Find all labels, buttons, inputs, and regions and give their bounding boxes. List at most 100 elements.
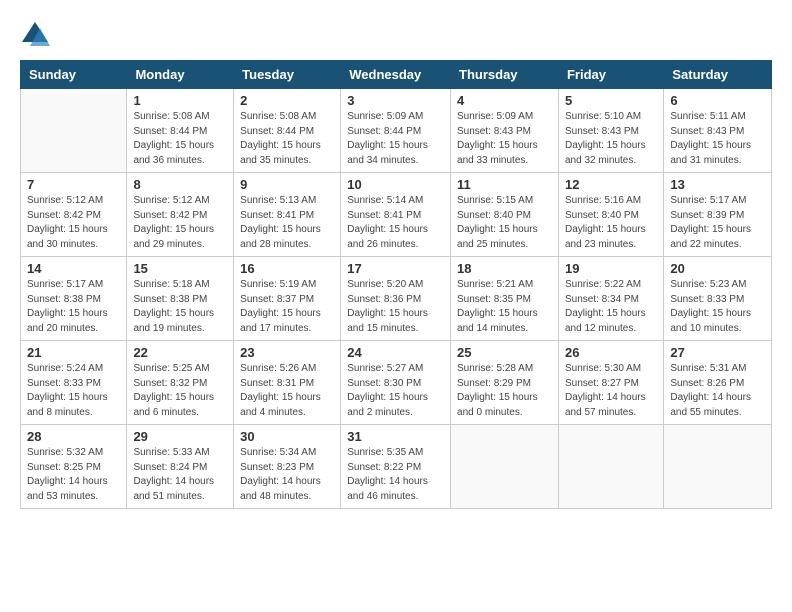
calendar-day-cell: 18 Sunrise: 5:21 AMSunset: 8:35 PMDayligh… [451, 257, 559, 341]
day-number: 16 [240, 261, 334, 276]
day-info: Sunrise: 5:12 AMSunset: 8:42 PMDaylight:… [27, 194, 120, 252]
day-number: 23 [240, 345, 334, 360]
day-info: Sunrise: 5:20 AMSunset: 8:36 PMDaylight:… [347, 278, 444, 336]
day-number: 27 [670, 345, 765, 360]
day-number: 8 [133, 177, 227, 192]
day-info: Sunrise: 5:35 AMSunset: 8:22 PMDaylight:… [347, 446, 444, 504]
day-info: Sunrise: 5:17 AMSunset: 8:38 PMDaylight:… [27, 278, 120, 336]
weekday-header: Saturday [664, 61, 772, 89]
day-number: 15 [133, 261, 227, 276]
day-number: 18 [457, 261, 552, 276]
weekday-header: Thursday [451, 61, 559, 89]
day-info: Sunrise: 5:11 AMSunset: 8:43 PMDaylight:… [670, 110, 765, 168]
day-info: Sunrise: 5:10 AMSunset: 8:43 PMDaylight:… [565, 110, 657, 168]
calendar-day-cell: 20 Sunrise: 5:23 AMSunset: 8:33 PMDayligh… [664, 257, 772, 341]
day-info: Sunrise: 5:09 AMSunset: 8:44 PMDaylight:… [347, 110, 444, 168]
calendar-day-cell: 29 Sunrise: 5:33 AMSunset: 8:24 PMDayligh… [127, 425, 234, 509]
calendar-week-row: 14 Sunrise: 5:17 AMSunset: 8:38 PMDayligh… [21, 257, 772, 341]
weekday-header: Monday [127, 61, 234, 89]
day-info: Sunrise: 5:22 AMSunset: 8:34 PMDaylight:… [565, 278, 657, 336]
day-info: Sunrise: 5:24 AMSunset: 8:33 PMDaylight:… [27, 362, 120, 420]
day-info: Sunrise: 5:08 AMSunset: 8:44 PMDaylight:… [240, 110, 334, 168]
calendar-week-row: 28 Sunrise: 5:32 AMSunset: 8:25 PMDayligh… [21, 425, 772, 509]
day-number: 20 [670, 261, 765, 276]
day-info: Sunrise: 5:15 AMSunset: 8:40 PMDaylight:… [457, 194, 552, 252]
day-number: 25 [457, 345, 552, 360]
day-number: 2 [240, 93, 334, 108]
calendar-day-cell: 11 Sunrise: 5:15 AMSunset: 8:40 PMDayligh… [451, 173, 559, 257]
weekday-header: Sunday [21, 61, 127, 89]
calendar-day-cell [664, 425, 772, 509]
day-number: 1 [133, 93, 227, 108]
calendar-day-cell: 6Sunrise: 5:11 AMSunset: 8:43 PMDaylight… [664, 89, 772, 173]
calendar-day-cell: 25 Sunrise: 5:28 AMSunset: 8:29 PMDayligh… [451, 341, 559, 425]
calendar-day-cell: 1Sunrise: 5:08 AMSunset: 8:44 PMDaylight… [127, 89, 234, 173]
calendar-day-cell: 24 Sunrise: 5:27 AMSunset: 8:30 PMDayligh… [341, 341, 451, 425]
day-info: Sunrise: 5:26 AMSunset: 8:31 PMDaylight:… [240, 362, 334, 420]
day-number: 10 [347, 177, 444, 192]
calendar-header-row: SundayMondayTuesdayWednesdayThursdayFrid… [21, 61, 772, 89]
day-number: 24 [347, 345, 444, 360]
calendar-week-row: 21Sunrise: 5:24 AMSunset: 8:33 PMDayligh… [21, 341, 772, 425]
calendar-day-cell: 21Sunrise: 5:24 AMSunset: 8:33 PMDayligh… [21, 341, 127, 425]
day-number: 29 [133, 429, 227, 444]
day-info: Sunrise: 5:28 AMSunset: 8:29 PMDaylight:… [457, 362, 552, 420]
day-number: 30 [240, 429, 334, 444]
day-number: 19 [565, 261, 657, 276]
day-number: 9 [240, 177, 334, 192]
calendar-day-cell: 26 Sunrise: 5:30 AMSunset: 8:27 PMDayligh… [558, 341, 663, 425]
calendar-table: SundayMondayTuesdayWednesdayThursdayFrid… [20, 60, 772, 509]
calendar-day-cell: 15 Sunrise: 5:18 AMSunset: 8:38 PMDayligh… [127, 257, 234, 341]
calendar-day-cell: 27 Sunrise: 5:31 AMSunset: 8:26 PMDayligh… [664, 341, 772, 425]
calendar-day-cell: 13 Sunrise: 5:17 AMSunset: 8:39 PMDayligh… [664, 173, 772, 257]
day-info: Sunrise: 5:30 AMSunset: 8:27 PMDaylight:… [565, 362, 657, 420]
day-info: Sunrise: 5:12 AMSunset: 8:42 PMDaylight:… [133, 194, 227, 252]
day-number: 11 [457, 177, 552, 192]
day-info: Sunrise: 5:18 AMSunset: 8:38 PMDaylight:… [133, 278, 227, 336]
day-info: Sunrise: 5:17 AMSunset: 8:39 PMDaylight:… [670, 194, 765, 252]
day-number: 7 [27, 177, 120, 192]
calendar-day-cell [558, 425, 663, 509]
day-number: 3 [347, 93, 444, 108]
calendar-day-cell: 16Sunrise: 5:19 AMSunset: 8:37 PMDayligh… [234, 257, 341, 341]
page-header [20, 20, 772, 50]
day-info: Sunrise: 5:27 AMSunset: 8:30 PMDaylight:… [347, 362, 444, 420]
calendar-day-cell: 28 Sunrise: 5:32 AMSunset: 8:25 PMDayligh… [21, 425, 127, 509]
calendar-day-cell: 12 Sunrise: 5:16 AMSunset: 8:40 PMDayligh… [558, 173, 663, 257]
day-number: 12 [565, 177, 657, 192]
logo [20, 20, 54, 50]
calendar-day-cell: 3 Sunrise: 5:09 AMSunset: 8:44 PMDaylight… [341, 89, 451, 173]
day-number: 5 [565, 93, 657, 108]
calendar-day-cell: 23 Sunrise: 5:26 AMSunset: 8:31 PMDayligh… [234, 341, 341, 425]
calendar-day-cell: 31 Sunrise: 5:35 AMSunset: 8:22 PMDayligh… [341, 425, 451, 509]
calendar-day-cell: 19 Sunrise: 5:22 AMSunset: 8:34 PMDayligh… [558, 257, 663, 341]
calendar-day-cell: 8 Sunrise: 5:12 AMSunset: 8:42 PMDaylight… [127, 173, 234, 257]
day-number: 28 [27, 429, 120, 444]
day-info: Sunrise: 5:33 AMSunset: 8:24 PMDaylight:… [133, 446, 227, 504]
day-info: Sunrise: 5:13 AMSunset: 8:41 PMDaylight:… [240, 194, 334, 252]
calendar-day-cell: 7 Sunrise: 5:12 AMSunset: 8:42 PMDaylight… [21, 173, 127, 257]
calendar-day-cell: 30 Sunrise: 5:34 AMSunset: 8:23 PMDayligh… [234, 425, 341, 509]
day-number: 13 [670, 177, 765, 192]
weekday-header: Tuesday [234, 61, 341, 89]
day-number: 31 [347, 429, 444, 444]
day-info: Sunrise: 5:32 AMSunset: 8:25 PMDaylight:… [27, 446, 120, 504]
calendar-day-cell: 9 Sunrise: 5:13 AMSunset: 8:41 PMDaylight… [234, 173, 341, 257]
day-info: Sunrise: 5:16 AMSunset: 8:40 PMDaylight:… [565, 194, 657, 252]
calendar-day-cell: 17Sunrise: 5:20 AMSunset: 8:36 PMDayligh… [341, 257, 451, 341]
day-number: 4 [457, 93, 552, 108]
calendar-day-cell [451, 425, 559, 509]
calendar-day-cell: 5 Sunrise: 5:10 AMSunset: 8:43 PMDaylight… [558, 89, 663, 173]
day-info: Sunrise: 5:23 AMSunset: 8:33 PMDaylight:… [670, 278, 765, 336]
day-info: Sunrise: 5:34 AMSunset: 8:23 PMDaylight:… [240, 446, 334, 504]
day-number: 26 [565, 345, 657, 360]
day-number: 14 [27, 261, 120, 276]
weekday-header: Friday [558, 61, 663, 89]
day-info: Sunrise: 5:31 AMSunset: 8:26 PMDaylight:… [670, 362, 765, 420]
calendar-day-cell: 4 Sunrise: 5:09 AMSunset: 8:43 PMDaylight… [451, 89, 559, 173]
calendar-week-row: 7 Sunrise: 5:12 AMSunset: 8:42 PMDaylight… [21, 173, 772, 257]
day-info: Sunrise: 5:09 AMSunset: 8:43 PMDaylight:… [457, 110, 552, 168]
weekday-header: Wednesday [341, 61, 451, 89]
day-info: Sunrise: 5:25 AMSunset: 8:32 PMDaylight:… [133, 362, 227, 420]
day-info: Sunrise: 5:21 AMSunset: 8:35 PMDaylight:… [457, 278, 552, 336]
